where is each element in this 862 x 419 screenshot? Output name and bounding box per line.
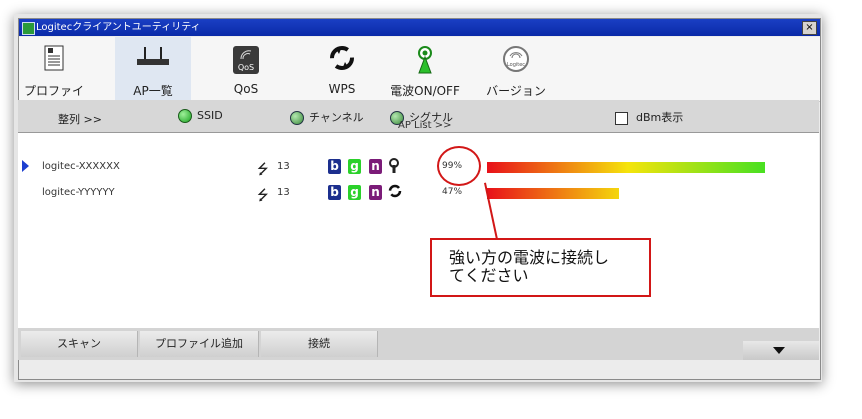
wps-icon <box>388 184 402 198</box>
ap-channel: 13 <box>277 161 290 172</box>
scan-button[interactable]: スキャン <box>21 331 138 357</box>
signal-bar <box>487 188 619 199</box>
tab-profile[interactable]: プロファイル <box>19 37 89 115</box>
channel-icon: ⭍ <box>257 162 269 178</box>
antenna-icon <box>418 46 432 74</box>
tab-ap-list-label: AP一覧 <box>133 84 173 98</box>
annotation-callout: 強い方の電波に接続し てください <box>430 238 651 297</box>
ap-channel: 13 <box>277 187 290 198</box>
ap-ssid: logitec-YYYYYY <box>42 187 115 198</box>
title-bar: Logitecクライアントユーティリティ × <box>19 19 820 36</box>
mode-b-icon: b <box>328 159 341 174</box>
mode-n-icon: n <box>369 185 382 200</box>
ap-list: logitec-XXXXXX ⭍ 13 b g n 99% logitec-YY… <box>18 132 819 329</box>
mode-b-icon: b <box>328 185 341 200</box>
wps-icon <box>330 46 354 70</box>
annotation-circle <box>437 146 481 186</box>
sort-channel-option[interactable]: チャンネル <box>290 109 364 125</box>
window-title: Logitecクライアントユーティリティ <box>36 22 201 33</box>
tab-radio-onoff[interactable]: 電波ON/OFF <box>387 37 463 101</box>
dbm-checkbox[interactable] <box>615 111 628 125</box>
sort-bar: 整列 >> SSID チャンネル シグナル AP List >> dBm表示 <box>18 100 819 132</box>
dbm-label: dBm表示 <box>636 111 684 124</box>
tab-qos-label: QoS <box>233 82 259 96</box>
annotation-line-2: てください <box>449 266 529 285</box>
router-icon <box>137 47 169 65</box>
ap-ssid: logitec-XXXXXX <box>42 161 120 172</box>
tab-ap-list[interactable]: AP一覧 <box>115 37 191 101</box>
mode-n-icon: n <box>369 159 382 174</box>
tab-version-label: バージョン <box>486 84 546 98</box>
logitec-version-icon: Logitec <box>503 46 529 72</box>
close-button[interactable]: × <box>802 21 817 35</box>
sort-ssid-option[interactable]: SSID <box>178 109 223 123</box>
connect-button[interactable]: 接続 <box>261 331 378 357</box>
toolbar: プロファイル AP一覧 QoS QoS <box>19 37 820 115</box>
sort-channel-label: チャンネル <box>309 111 364 124</box>
button-bar: スキャン プロファイル追加 接続 <box>18 328 819 360</box>
mode-g-icon: g <box>348 159 361 174</box>
tab-wps[interactable]: WPS <box>307 37 377 101</box>
add-profile-button[interactable]: プロファイル追加 <box>140 331 259 357</box>
ap-list-panel: 整列 >> SSID チャンネル シグナル AP List >> dBm表示 l… <box>18 100 819 360</box>
tab-wps-label: WPS <box>328 82 356 96</box>
tab-qos[interactable]: QoS QoS <box>210 37 282 101</box>
tab-radio-onoff-label: 電波ON/OFF <box>390 84 460 98</box>
profile-document-icon <box>44 45 64 71</box>
sort-ssid-label: SSID <box>197 109 223 122</box>
expand-button[interactable] <box>743 341 819 360</box>
radio-on-icon <box>178 109 192 123</box>
sort-label[interactable]: 整列 >> <box>58 111 102 127</box>
app-icon <box>22 22 35 35</box>
ap-row[interactable]: logitec-XXXXXX ⭍ 13 b g n 99% <box>18 155 819 178</box>
ap-row[interactable]: logitec-YYYYYY ⭍ 13 b g n 47% <box>18 181 819 204</box>
qos-icon: QoS <box>233 46 259 74</box>
ap-list-header: AP List >> <box>398 120 452 131</box>
channel-icon: ⭍ <box>257 188 269 204</box>
lock-icon <box>389 158 399 173</box>
selected-row-arrow-icon <box>22 160 29 172</box>
dbm-toggle[interactable]: dBm表示 <box>615 109 683 125</box>
radio-icon <box>290 111 304 125</box>
chevron-down-icon <box>773 347 785 354</box>
svg-text:QoS: QoS <box>238 63 254 72</box>
svg-text:Logitec: Logitec <box>507 62 525 68</box>
annotation-line-1: 強い方の電波に接続し <box>449 248 610 267</box>
mode-g-icon: g <box>348 185 361 200</box>
signal-bar <box>487 162 765 173</box>
tab-version[interactable]: Logitec バージョン <box>481 37 551 101</box>
ap-signal-percent: 47% <box>442 187 463 197</box>
